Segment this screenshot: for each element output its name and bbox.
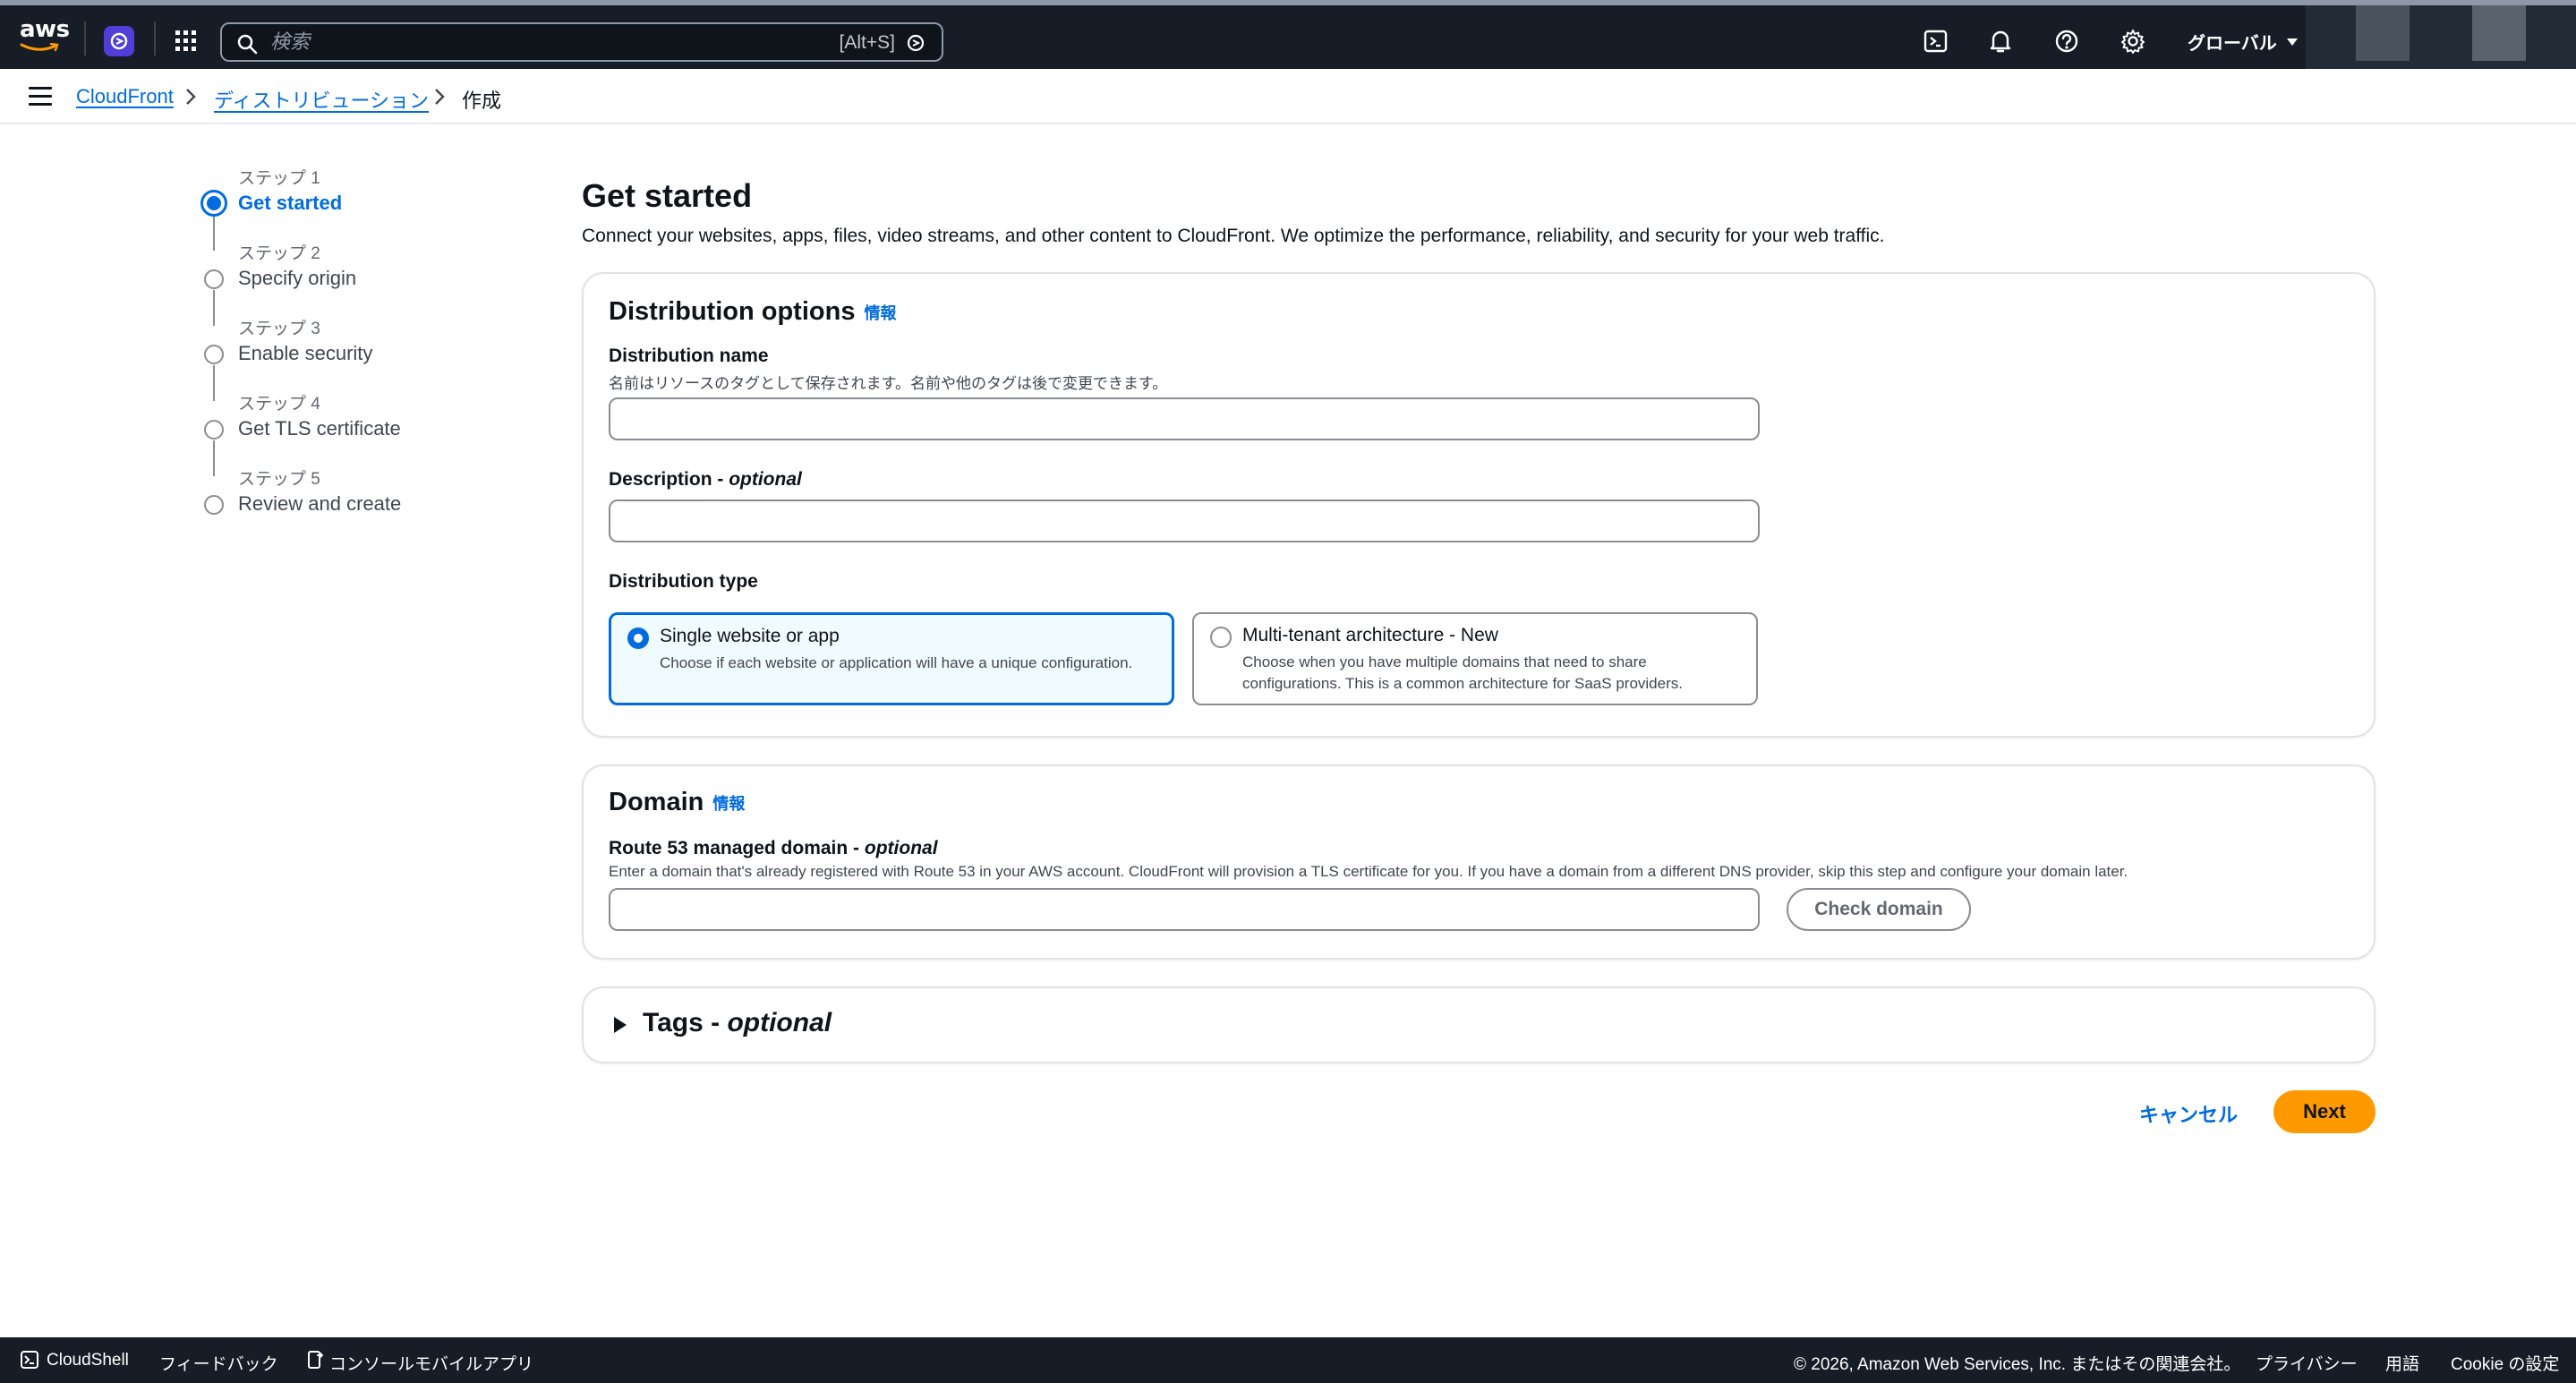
footer-feedback[interactable]: フィードバック — [159, 1351, 278, 1375]
account-redacted-block — [2472, 5, 2526, 61]
aws-logo[interactable]: aws — [20, 16, 70, 57]
radio-single-website[interactable] — [627, 627, 649, 649]
step-number: ステップ 4 — [238, 395, 320, 414]
help-icon[interactable] — [2053, 28, 2080, 55]
chevron-right-icon — [186, 89, 196, 105]
step-active-indicator — [200, 190, 227, 217]
step-indicator — [204, 345, 224, 364]
search-assist-icon[interactable] — [906, 33, 925, 53]
distribution-type-label: Distribution type — [609, 571, 758, 592]
step-number: ステップ 5 — [238, 470, 320, 489]
step-connector — [213, 290, 215, 326]
tags-title[interactable]: Tags - optional — [643, 1008, 832, 1038]
radio-multi-tenant[interactable] — [1210, 627, 1232, 648]
breadcrumb-distributions[interactable]: ディストリビューション — [214, 85, 429, 114]
search-input[interactable] — [270, 30, 772, 55]
tags-panel[interactable]: Tags - optional — [582, 986, 2376, 1063]
step-number: ステップ 3 — [238, 320, 320, 338]
step-indicator — [204, 420, 224, 440]
tags-title-text: Tags - — [643, 1008, 728, 1037]
tile-description: Choose when you have multiple domains th… — [1242, 653, 1683, 692]
route53-domain-hint: Enter a domain that's already registered… — [609, 863, 2128, 880]
search-shortcut: [Alt+S] — [839, 32, 895, 53]
tile-title: Single website or app — [660, 626, 840, 646]
account-menu[interactable] — [2306, 5, 2576, 74]
caret-right-icon — [614, 1017, 627, 1033]
footer-cookie[interactable]: Cookie の設定 — [2451, 1351, 2559, 1375]
route53-domain-label: Route 53 managed domain - optional — [609, 838, 938, 859]
page-title: Get started — [582, 177, 753, 214]
region-selector[interactable]: グローバル — [2188, 29, 2299, 55]
step-label: Get started — [238, 192, 343, 214]
page-description: Connect your websites, apps, files, vide… — [582, 226, 1885, 246]
search-box[interactable]: [Alt+S] — [220, 22, 943, 62]
footer: CloudShell フィードバック コンソールモバイルアプリ © 2026, … — [0, 1337, 2576, 1383]
tile-multi-tenant[interactable]: Multi-tenant architecture - New Choose w… — [1192, 612, 1758, 705]
step-connector — [213, 215, 215, 251]
nav-divider — [154, 21, 156, 55]
tile-description: Choose if each website or application wi… — [660, 654, 1133, 671]
region-label: グローバル — [2188, 34, 2277, 54]
step-indicator — [204, 495, 224, 515]
footer-copyright: © 2026, Amazon Web Services, Inc. またはその関… — [1794, 1355, 2241, 1374]
step-connector — [213, 365, 215, 401]
route53-label-text: Route 53 managed domain - — [609, 838, 865, 858]
next-button[interactable]: Next — [2273, 1090, 2376, 1133]
distribution-name-hint: 名前はリソースのタグとして保存されます。名前や他のタグは後で変更できます。 — [609, 375, 1168, 392]
step-label: Specify origin — [238, 267, 357, 289]
cloudshell-icon — [21, 1351, 38, 1369]
tile-single-website[interactable]: Single website or app Choose if each web… — [609, 612, 1174, 705]
caret-down-icon — [2286, 38, 2298, 46]
extension-icon[interactable] — [104, 26, 134, 56]
chevron-right-icon — [435, 89, 445, 105]
search-icon — [237, 34, 258, 55]
optional-text: optional — [727, 1008, 832, 1037]
description-label-text: Description - — [609, 469, 729, 490]
info-link[interactable]: 情報 — [712, 795, 745, 813]
step-number: ステップ 1 — [238, 169, 320, 188]
menu-icon[interactable] — [29, 87, 52, 107]
footer-mobile-app[interactable]: コンソールモバイルアプリ — [329, 1351, 533, 1375]
description-input[interactable] — [609, 499, 1760, 542]
domain-panel: Domain 情報 Route 53 managed domain - optio… — [582, 764, 2376, 960]
domain-title: Domain — [609, 788, 704, 816]
step-label: Get TLS certificate — [238, 417, 401, 440]
description-label: Description - optional — [609, 469, 802, 491]
panel-title: Distribution options 情報 — [609, 297, 896, 327]
footer-cloudshell[interactable]: CloudShell — [47, 1351, 129, 1370]
aws-logo-text: aws — [20, 16, 70, 43]
step-number: ステップ 2 — [238, 244, 320, 263]
aws-smile-icon — [20, 43, 59, 52]
step-label: Enable security — [238, 342, 373, 364]
bell-icon[interactable] — [1987, 28, 2014, 55]
step-label: Review and create — [238, 492, 402, 515]
account-redacted-block — [2356, 5, 2410, 61]
breadcrumb-bar: CloudFront ディストリビューション 作成 — [0, 69, 2576, 124]
step-indicator — [204, 269, 224, 289]
info-link[interactable]: 情報 — [864, 304, 896, 322]
mobile-app-icon — [308, 1351, 324, 1369]
cancel-button[interactable]: キャンセル — [2139, 1099, 2238, 1128]
nav-divider — [84, 21, 86, 55]
services-grid-icon[interactable] — [175, 30, 198, 53]
route53-domain-input[interactable] — [609, 888, 1760, 931]
top-navigation: aws [Alt+S] — [0, 0, 2576, 74]
optional-text: optional — [864, 838, 938, 858]
footer-terms[interactable]: 用語 — [2385, 1351, 2419, 1375]
breadcrumb-create: 作成 — [462, 90, 502, 112]
check-domain-button[interactable]: Check domain — [1787, 888, 1971, 931]
step-connector — [213, 440, 215, 476]
footer-privacy[interactable]: プライバシー — [2256, 1351, 2358, 1375]
distribution-name-input[interactable] — [609, 397, 1760, 440]
optional-text: optional — [729, 469, 802, 490]
tile-title: Multi-tenant architecture - New — [1242, 625, 1498, 645]
panel-title: Domain 情報 — [609, 788, 745, 817]
distribution-name-label: Distribution name — [609, 346, 769, 366]
distribution-options-title: Distribution options — [609, 297, 856, 326]
distribution-options-panel: Distribution options 情報 Distribution name… — [582, 272, 2376, 738]
breadcrumb-cloudfront[interactable]: CloudFront — [76, 85, 174, 108]
gear-icon[interactable] — [2120, 28, 2146, 55]
cloudshell-icon[interactable] — [1923, 28, 1949, 55]
